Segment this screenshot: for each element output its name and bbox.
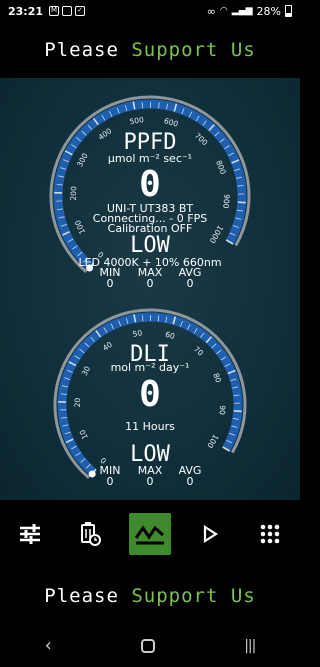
support-banner-bottom[interactable]: Please Support Us: [0, 568, 300, 624]
wifi-icon: ◠: [219, 6, 228, 16]
menu-button[interactable]: [249, 513, 291, 555]
ppfd-tick-label: 500: [129, 115, 145, 126]
gauge-panel: 0 100 200 300 400 500 600 700 800 900 1000 PPFD µm…: [0, 78, 300, 500]
banner-word-support: Support Us: [131, 39, 256, 61]
dli-tick: [142, 315, 144, 322]
settings-button[interactable]: [9, 513, 51, 555]
dli-tick-label: 50: [132, 328, 143, 339]
dli-avg-value: 0: [186, 475, 194, 488]
dli-gauge: 0 10 20 30 40 50 60 70 80 90 100 DLI mol m⁻² day⁻¹…: [0, 300, 300, 500]
ppfd-gauge: 0 100 200 300 400 500 600 700 800 900 1000 PPFD µm…: [0, 78, 300, 289]
chart-icon: [135, 525, 164, 545]
timer-button[interactable]: [69, 513, 111, 555]
mail-icon: M: [49, 6, 60, 16]
home-icon[interactable]: [141, 638, 155, 653]
app-toolbar: [0, 500, 300, 568]
dli-value: 0: [139, 374, 161, 415]
ppfd-tick: [141, 102, 144, 109]
status-time: 23:21: [8, 4, 44, 18]
status-bar: 23:21 M ✓ ∞ ◠ ▂▄▆ 28%: [0, 0, 300, 22]
banner-word-please: Please: [44, 585, 119, 607]
link-icon: ∞: [206, 4, 216, 18]
ppfd-stats: MIN 0 MAX 0 AVG 0: [90, 267, 210, 289]
back-icon[interactable]: ‹: [45, 635, 52, 656]
recents-icon[interactable]: |||: [244, 638, 256, 654]
dli-tick-label: 60: [164, 330, 176, 341]
play-button[interactable]: [189, 513, 231, 555]
play-icon: [203, 525, 218, 543]
ppfd-tick-label: 600: [163, 116, 179, 129]
dli-max-value: 0: [146, 475, 154, 488]
dli-min-value: 0: [106, 475, 114, 488]
banner-word-please: Please: [44, 39, 119, 61]
signal-icon: ▂▄▆: [231, 6, 253, 16]
dli-unit: mol m⁻² day⁻¹: [110, 361, 190, 374]
ppfd-level: LOW: [130, 233, 170, 258]
timer-icon: [81, 522, 101, 546]
support-banner-top[interactable]: Please Support Us: [0, 22, 300, 78]
sliders-icon: [20, 524, 40, 544]
system-nav-bar: ‹ |||: [0, 624, 300, 667]
ppfd-value: 0: [139, 164, 161, 205]
battery-icon: [285, 5, 292, 17]
banner-word-support: Support Us: [131, 585, 256, 607]
dli-hours: 11 Hours: [125, 420, 175, 433]
ppfd-min-value: 0: [106, 277, 114, 290]
image-icon: [62, 6, 73, 16]
chart-button[interactable]: [129, 513, 171, 555]
check-icon: ✓: [75, 6, 86, 16]
grid-icon: [260, 524, 280, 544]
battery-percent: 28%: [256, 4, 281, 18]
dli-stats: MIN 0 MAX 0 AVG 0: [90, 465, 210, 487]
ppfd-avg-value: 0: [186, 277, 194, 290]
ppfd-max-value: 0: [146, 277, 154, 290]
